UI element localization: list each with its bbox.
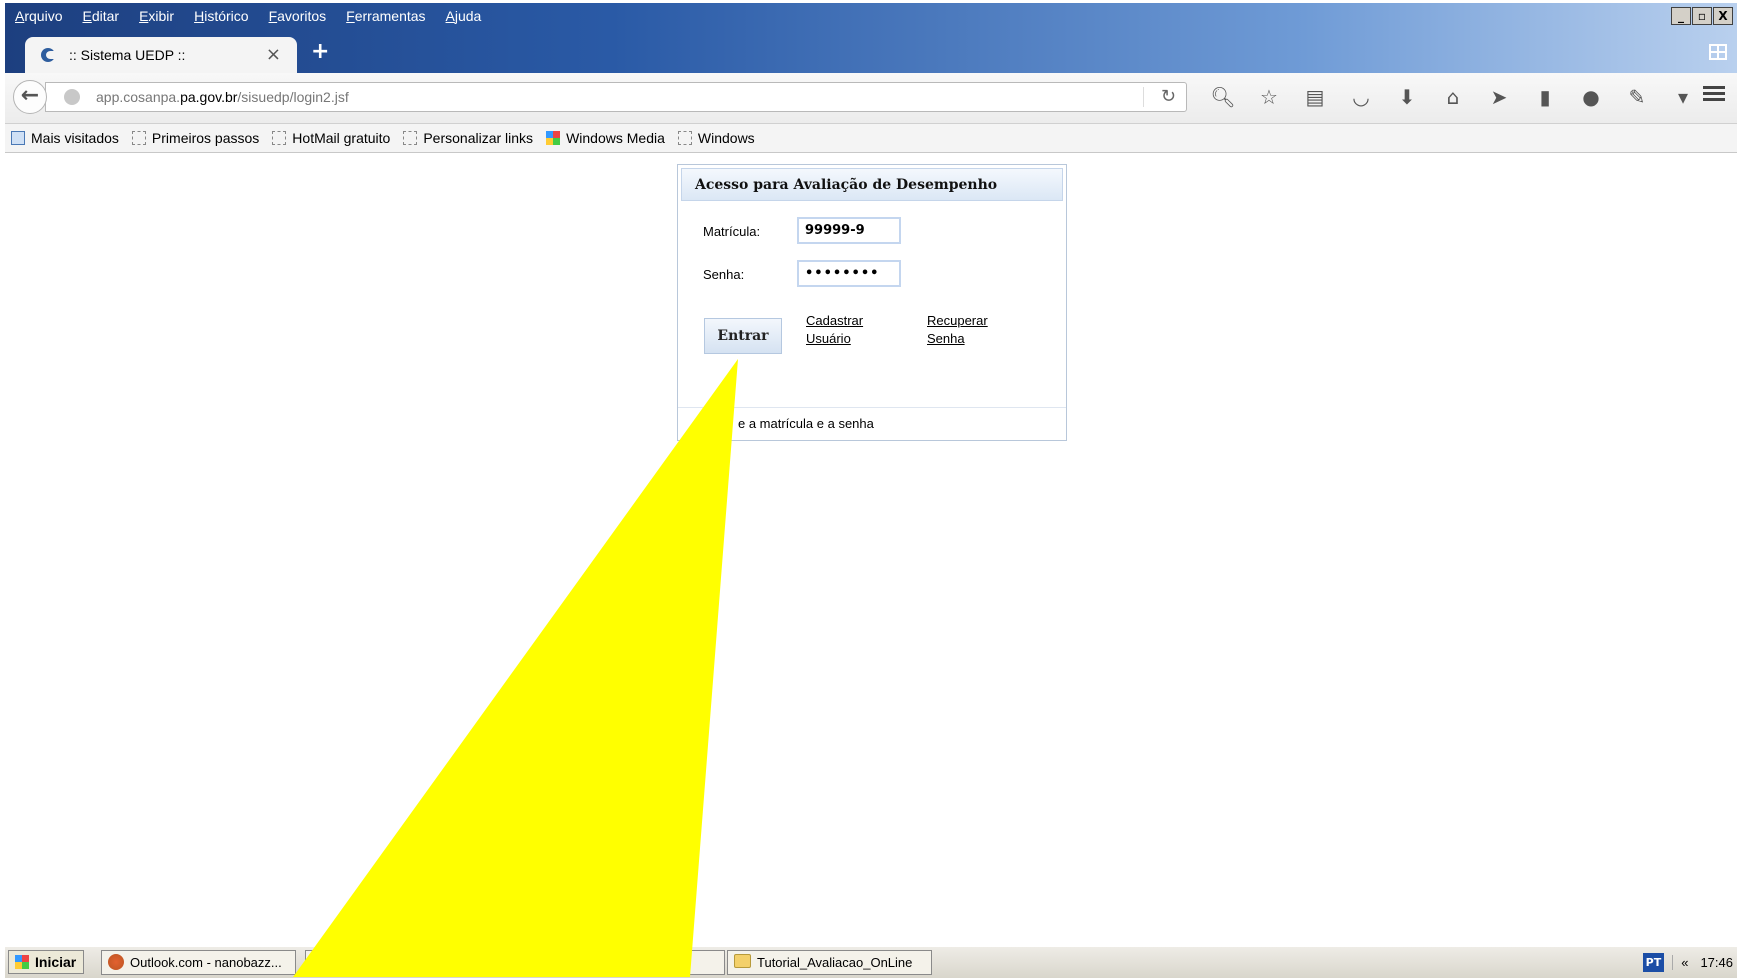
page-icon: [272, 131, 287, 145]
menu-arquivo[interactable]: Arquivo: [15, 8, 62, 24]
bookmarks-bar: Mais visitados Primeiros passos HotMail …: [5, 124, 1737, 153]
url-divider: [1143, 87, 1144, 107]
tab-groups-icon[interactable]: [1709, 44, 1727, 60]
window-controls: _ ▫ X: [1671, 7, 1733, 25]
recuperar-senha-link[interactable]: Recuperar Senha: [927, 312, 988, 348]
reload-icon[interactable]: ↻: [1161, 86, 1176, 107]
menu-favoritos[interactable]: Favoritos: [269, 8, 327, 24]
system-tray: PT « 17:46: [1642, 950, 1733, 975]
navigation-bar: app.cosanpa.pa.gov.br/sisuedp/login2.jsf…: [5, 73, 1737, 124]
menu-ferramentas[interactable]: Ferramentas: [346, 8, 425, 24]
menu-historico[interactable]: Histórico: [194, 8, 248, 24]
site-favicon-icon: [41, 48, 55, 62]
clock: 17:46: [1700, 955, 1733, 970]
login-footer: e a matrícula e a senha: [678, 407, 1066, 431]
site-identity-icon[interactable]: [64, 89, 80, 105]
menu-bar: Arquivo Editar Exibir Histórico Favorito…: [15, 8, 481, 24]
back-button[interactable]: ←: [13, 80, 47, 114]
menu-exibir[interactable]: Exibir: [139, 8, 174, 24]
taskbar-item-tutorial[interactable]: Tutorial_Avaliacao_OnLine: [727, 950, 932, 975]
bookmark-icon[interactable]: ▮: [1522, 85, 1568, 109]
login-title: Acesso para Avaliação de Desempenho: [695, 177, 998, 193]
browser-titlebar: Arquivo Editar Exibir Histórico Favorito…: [5, 3, 1737, 75]
page-icon: [131, 131, 146, 145]
close-tab-icon[interactable]: ×: [266, 44, 281, 65]
minimize-button[interactable]: _: [1671, 7, 1691, 25]
matricula-input[interactable]: 99999-9: [797, 217, 901, 244]
bookmark-windows[interactable]: Windows: [677, 130, 755, 146]
bookmark-primeiros-passos[interactable]: Primeiros passos: [131, 130, 259, 146]
page-icon: [403, 131, 418, 145]
menu-ajuda[interactable]: Ajuda: [446, 8, 482, 24]
maximize-button[interactable]: ▫: [1692, 7, 1712, 25]
language-indicator[interactable]: PT: [1642, 953, 1665, 972]
search-icon[interactable]: 🔍︎: [1200, 85, 1246, 109]
taskbar: Iniciar Outlook.com - nanobazz... Tutori…: [5, 946, 1737, 978]
menu-editar[interactable]: Editar: [82, 8, 119, 24]
tab-title: :: Sistema UEDP ::: [69, 47, 186, 63]
folder-icon: [734, 954, 751, 968]
chevron-down-icon[interactable]: ▾: [1660, 85, 1706, 109]
windows-logo-icon: [546, 131, 561, 145]
matricula-label: Matrícula:: [703, 224, 761, 239]
login-hint-text: e a matrícula e a senha: [738, 416, 874, 431]
bookmark-personalizar-links[interactable]: Personalizar links: [403, 130, 533, 146]
close-window-button[interactable]: X: [1713, 7, 1733, 25]
login-header: Acesso para Avaliação de Desempenho: [681, 168, 1063, 201]
new-tab-button[interactable]: +: [311, 39, 329, 64]
taskbar-item-outlook[interactable]: Outlook.com - nanobazz...: [101, 950, 296, 975]
download-icon[interactable]: ⬇: [1384, 85, 1430, 109]
senha-input[interactable]: ••••••••: [797, 260, 901, 287]
chat-icon[interactable]: ●: [1568, 85, 1614, 109]
pocket-icon[interactable]: ◡: [1338, 85, 1384, 109]
bookmark-mais-visitados[interactable]: Mais visitados: [11, 130, 119, 146]
folder-icon: [11, 131, 25, 145]
star-icon[interactable]: ☆: [1246, 85, 1292, 109]
hamburger-menu-icon[interactable]: [1703, 83, 1725, 104]
senha-label: Senha:: [703, 267, 745, 282]
cadastrar-usuario-link[interactable]: Cadastrar Usuário: [806, 312, 863, 348]
start-button[interactable]: Iniciar: [8, 950, 84, 974]
tab-sistema-uedp[interactable]: :: Sistema UEDP :: ×: [25, 37, 297, 75]
url-text[interactable]: app.cosanpa.pa.gov.br/sisuedp/login2.jsf: [96, 89, 349, 105]
entrar-button[interactable]: Entrar: [704, 318, 782, 354]
reading-list-icon[interactable]: ▤: [1292, 85, 1338, 109]
bookmark-hotmail[interactable]: HotMail gratuito: [272, 130, 390, 146]
taskbar-item-hidden[interactable]: [305, 950, 725, 975]
login-panel: Acesso para Avaliação de Desempenho Matr…: [677, 164, 1067, 441]
home-icon[interactable]: ⌂: [1430, 85, 1476, 109]
tray-expand-icon[interactable]: «: [1681, 955, 1688, 970]
bookmark-windows-media[interactable]: Windows Media: [546, 130, 665, 146]
send-icon[interactable]: ➤: [1476, 85, 1522, 109]
toolbar-icons: 🔍︎ ☆ ▤ ◡ ⬇ ⌂ ➤ ▮ ● ✎ ▾: [1200, 85, 1706, 109]
annotation-arrow-shape: [293, 359, 738, 977]
page-icon: [677, 131, 692, 145]
url-bar[interactable]: app.cosanpa.pa.gov.br/sisuedp/login2.jsf…: [45, 82, 1187, 112]
firefox-icon: [108, 954, 124, 970]
extension-icon[interactable]: ✎: [1614, 85, 1660, 109]
